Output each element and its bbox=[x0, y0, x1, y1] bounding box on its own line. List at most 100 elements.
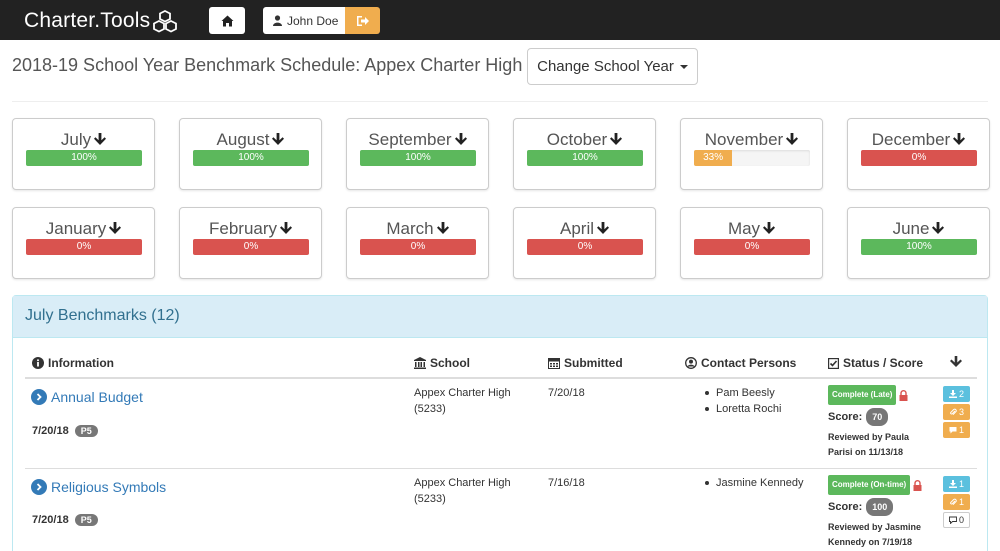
arrow-down-icon bbox=[454, 132, 467, 145]
reviewed-note: Reviewed by Jasmine Kennedy on 7/19/18 bbox=[828, 522, 922, 547]
attachments-button[interactable]: 3 bbox=[943, 404, 970, 420]
month-card-august[interactable]: August 100% bbox=[179, 118, 322, 190]
month-name[interactable]: November bbox=[681, 130, 822, 150]
month-name[interactable]: August bbox=[180, 130, 321, 150]
month-card-october[interactable]: October 100% bbox=[513, 118, 656, 190]
benchmark-date: 7/20/18 P5 bbox=[32, 425, 98, 437]
arrow-down-icon bbox=[436, 221, 449, 234]
col-download[interactable] bbox=[950, 356, 966, 368]
month-name[interactable]: February bbox=[180, 219, 321, 239]
contacts-list: Pam Beesly Loretta Rochi bbox=[703, 385, 781, 417]
progress-bar: 0% bbox=[360, 239, 476, 255]
logout-button[interactable] bbox=[345, 7, 380, 34]
benchmark-link[interactable]: Religious Symbols bbox=[31, 479, 166, 495]
download-icon bbox=[948, 390, 957, 398]
month-name[interactable]: July bbox=[13, 130, 154, 150]
change-school-year-button[interactable]: Change School Year bbox=[527, 48, 698, 85]
progress-bar: 0% bbox=[193, 239, 309, 255]
progress-fill: 0% bbox=[527, 239, 643, 255]
progress-fill: 100% bbox=[861, 239, 977, 255]
arrow-down-icon bbox=[953, 132, 966, 145]
table-header-divider bbox=[25, 377, 977, 379]
progress-fill: 0% bbox=[360, 239, 476, 255]
brand-title[interactable]: Charter.Tools bbox=[24, 9, 150, 33]
status-badge: Complete (Late) bbox=[828, 385, 897, 405]
panel-title: July Benchmarks (12) bbox=[13, 296, 987, 338]
benchmarks-panel: July Benchmarks (12) Information School … bbox=[12, 295, 988, 551]
comment-icon bbox=[949, 427, 957, 434]
month-name[interactable]: September bbox=[347, 130, 488, 150]
col-information: Information bbox=[32, 356, 114, 370]
institution-icon bbox=[414, 357, 426, 369]
submitted-cell: 7/16/18 bbox=[548, 477, 585, 489]
check-square-icon bbox=[828, 357, 839, 369]
arrow-down-icon bbox=[932, 221, 945, 234]
home-button[interactable] bbox=[209, 7, 245, 34]
month-card-march[interactable]: March 0% bbox=[346, 207, 489, 279]
chevron-circle-right-icon bbox=[31, 389, 47, 405]
contact-person: Loretta Rochi bbox=[703, 401, 781, 417]
month-card-july[interactable]: July 100% bbox=[12, 118, 155, 190]
info-circle-icon bbox=[32, 357, 44, 369]
comments-button[interactable]: 0 bbox=[943, 512, 970, 528]
navbar: Charter.Tools John Doe bbox=[0, 0, 1000, 40]
benchmark-link[interactable]: Annual Budget bbox=[31, 389, 143, 405]
progress-bar: 100% bbox=[26, 150, 142, 166]
priority-badge: P5 bbox=[74, 514, 98, 526]
benchmark-date: 7/20/18 P5 bbox=[32, 514, 98, 526]
progress-fill: 100% bbox=[527, 150, 643, 166]
progress-fill: 0% bbox=[694, 239, 810, 255]
progress-fill: 100% bbox=[193, 150, 309, 166]
month-card-may[interactable]: May 0% bbox=[680, 207, 823, 279]
reviewed-note: Reviewed by Paula Parisi on 11/13/18 bbox=[828, 432, 910, 457]
month-name[interactable]: March bbox=[347, 219, 488, 239]
arrow-down-icon bbox=[94, 132, 107, 145]
download-button[interactable]: 1 bbox=[943, 476, 970, 492]
score-badge: 100 bbox=[866, 498, 894, 516]
progress-bar: 33% bbox=[694, 150, 810, 166]
month-name[interactable]: June bbox=[848, 219, 989, 239]
month-card-september[interactable]: September 100% bbox=[346, 118, 489, 190]
month-name[interactable]: December bbox=[848, 130, 989, 150]
home-icon bbox=[221, 15, 233, 26]
calendar-icon bbox=[548, 358, 560, 369]
month-name[interactable]: May bbox=[681, 219, 822, 239]
progress-bar: 100% bbox=[193, 150, 309, 166]
attachments-button[interactable]: 1 bbox=[943, 494, 970, 510]
month-card-january[interactable]: January 0% bbox=[12, 207, 155, 279]
month-card-april[interactable]: April 0% bbox=[513, 207, 656, 279]
progress-bar: 0% bbox=[694, 239, 810, 255]
user-icon bbox=[273, 15, 282, 26]
arrow-down-icon bbox=[597, 221, 609, 234]
lock-icon bbox=[913, 479, 922, 491]
month-card-november[interactable]: November 33% bbox=[680, 118, 823, 190]
lock-icon bbox=[899, 389, 908, 401]
comments-button[interactable]: 1 bbox=[943, 422, 970, 438]
submitted-cell: 7/20/18 bbox=[548, 387, 585, 399]
month-card-june[interactable]: June 100% bbox=[847, 207, 990, 279]
progress-fill: 0% bbox=[861, 150, 977, 166]
arrow-down-icon bbox=[786, 132, 799, 145]
arrow-down-icon bbox=[272, 132, 285, 145]
month-name[interactable]: April bbox=[514, 219, 655, 239]
user-menu: John Doe bbox=[263, 7, 380, 34]
user-name: John Doe bbox=[287, 13, 339, 28]
progress-bar: 0% bbox=[527, 239, 643, 255]
month-grid: July 100% August 100% September 100% October 10… bbox=[12, 118, 990, 279]
download-button[interactable]: 2 bbox=[943, 386, 970, 402]
status-cell: Complete (On-time) Score: 100 Reviewed b… bbox=[828, 475, 946, 550]
arrow-down-icon bbox=[280, 221, 293, 234]
cubes-icon bbox=[153, 9, 177, 33]
priority-badge: P5 bbox=[74, 425, 98, 437]
month-card-december[interactable]: December 0% bbox=[847, 118, 990, 190]
user-button[interactable]: John Doe bbox=[263, 7, 345, 34]
progress-fill: 0% bbox=[193, 239, 309, 255]
paperclip-icon bbox=[950, 408, 957, 415]
caret-down-icon bbox=[679, 64, 688, 69]
progress-bar: 0% bbox=[861, 150, 977, 166]
status-cell: Complete (Late) Score: 70 Reviewed by Pa… bbox=[828, 385, 946, 460]
month-card-february[interactable]: February 0% bbox=[179, 207, 322, 279]
score: Score: 100 bbox=[828, 498, 946, 516]
month-name[interactable]: January bbox=[13, 219, 154, 239]
month-name[interactable]: October bbox=[514, 130, 655, 150]
